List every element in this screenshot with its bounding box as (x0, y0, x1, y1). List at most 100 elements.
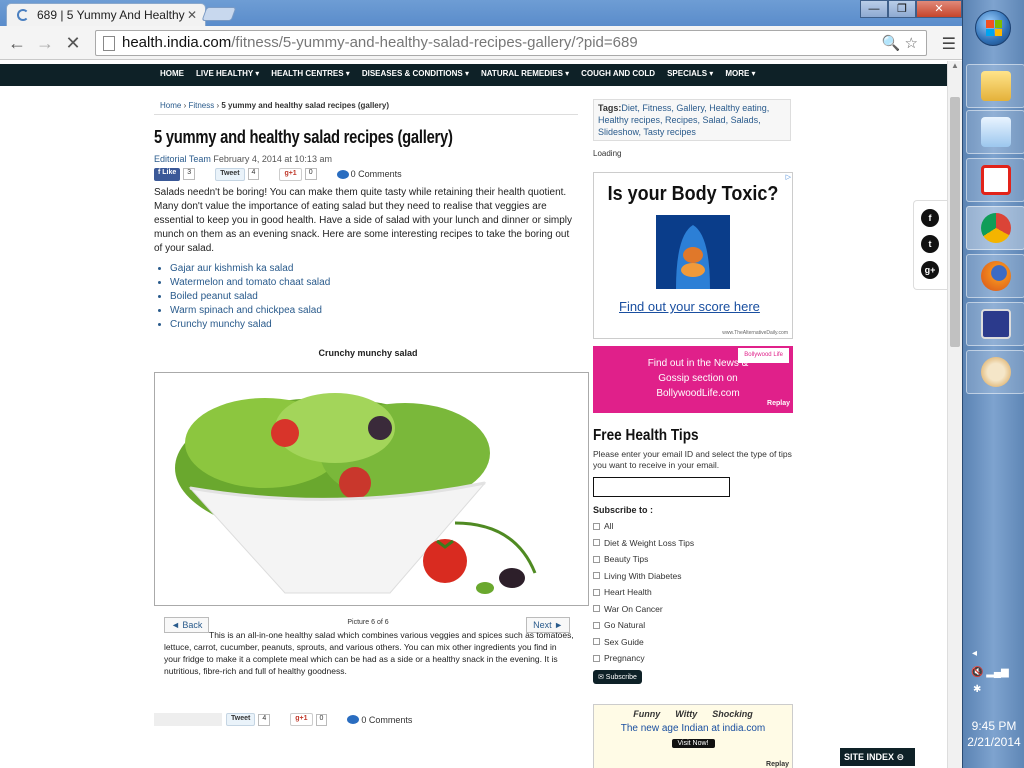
author-link[interactable]: Editorial Team (154, 154, 211, 164)
nav-cough-and-cold[interactable]: COUGH AND COLD (581, 69, 655, 78)
checkbox[interactable] (593, 654, 600, 662)
taskbar-clock[interactable]: 9:45 PM 2/21/2014 (963, 718, 1024, 750)
system-tray: ◂ 🔇 ▂▄▆ ✱ (963, 644, 1024, 695)
gplus-count: 0 (315, 713, 328, 726)
email-input[interactable] (593, 477, 730, 497)
checkbox[interactable] (593, 522, 600, 530)
tweet-count: 4 (258, 713, 271, 726)
explorer-taskbar-item[interactable] (966, 64, 1024, 108)
menu-icon[interactable]: ☰ (942, 34, 956, 54)
option-all[interactable]: All (593, 521, 793, 532)
option-diet[interactable]: Diet & Weight Loss Tips (593, 538, 793, 549)
twitter-icon[interactable]: t (921, 235, 939, 253)
scroll-up-icon[interactable]: ▲ (951, 61, 959, 70)
address-bar[interactable]: health.india.com/fitness/5-yummy-and-hea… (95, 30, 927, 56)
tweet-button[interactable]: Tweet (215, 167, 245, 181)
start-button[interactable] (975, 10, 1011, 46)
checkbox[interactable] (593, 638, 600, 646)
airtel-taskbar-item[interactable] (966, 158, 1024, 202)
google-plus-button[interactable]: g+1 (290, 713, 313, 726)
comments-link[interactable]: 0 Comments (347, 715, 412, 725)
tray-expand-icon[interactable]: ◂ (972, 648, 1024, 659)
replay-label[interactable]: Replay (767, 396, 790, 411)
bollywoodlife-ad[interactable]: Bollywood Life Find out in the News & Go… (593, 346, 793, 413)
facebook-icon[interactable]: f (921, 209, 939, 227)
site-index-button[interactable]: SITE INDEX ⊖ (840, 748, 915, 766)
search-and-star-icon[interactable]: 🔍 ☆ (882, 34, 918, 52)
globe-monitor-icon (981, 309, 1011, 339)
option-sex-guide[interactable]: Sex Guide (593, 637, 793, 648)
notepad-taskbar-item[interactable] (966, 110, 1024, 154)
recipe-link[interactable]: Gajar aur kishmish ka salad (170, 262, 582, 276)
nav-live-healthy[interactable]: LIVE HEALTHY ▾ (196, 69, 259, 78)
option-diabetes[interactable]: Living With Diabetes (593, 571, 793, 582)
maximize-button[interactable]: ❐ (888, 0, 916, 18)
google-plus-button[interactable]: g+1 (279, 167, 302, 181)
page-icon (103, 36, 115, 51)
floating-social-bar: f t g+ (913, 200, 947, 290)
option-cancer[interactable]: War On Cancer (593, 604, 793, 615)
nav-more[interactable]: MORE ▾ (725, 69, 755, 78)
forward-arrow-icon[interactable]: → (34, 32, 56, 54)
comments-link[interactable]: 0 Comments (336, 169, 402, 179)
checkbox[interactable] (593, 555, 600, 563)
nav-diseases[interactable]: DISEASES & CONDITIONS ▾ (362, 69, 469, 78)
comment-bubble-icon (347, 715, 360, 724)
adchoices-icon[interactable]: ▷ (786, 173, 791, 181)
checkbox[interactable] (593, 588, 600, 596)
replay-label[interactable]: Replay (766, 761, 789, 768)
close-window-button[interactable]: ✕ (916, 0, 962, 18)
tags-label: Tags: (598, 103, 622, 113)
ad-score-link[interactable]: Find out your score here (619, 299, 760, 314)
google-plus-icon[interactable]: g+ (921, 261, 939, 279)
recipe-link[interactable]: Watermelon and tomato chaat salad (170, 276, 582, 290)
option-label: Go Natural (604, 620, 646, 631)
india-com-ad[interactable]: Funny Witty Shocking The new age Indian … (593, 704, 793, 768)
new-tab-button[interactable] (201, 7, 237, 21)
breadcrumb-home[interactable]: Home (160, 101, 181, 110)
stop-icon[interactable]: ✕ (62, 32, 84, 54)
picture-counter: Picture 6 of 6 (347, 619, 389, 626)
minimize-button[interactable]: — (860, 0, 888, 18)
ad3-text: The new age Indian at india.com (620, 723, 766, 734)
option-natural[interactable]: Go Natural (593, 620, 793, 631)
toxic-body-ad[interactable]: ▷ Is your Body Toxic? Find out your scor… (593, 172, 793, 339)
recipe-link[interactable]: Boiled peanut salad (170, 290, 582, 304)
chrome-taskbar-item[interactable] (966, 206, 1024, 250)
subscribe-to-label: Subscribe to : (593, 505, 654, 515)
checkbox[interactable] (593, 621, 600, 629)
bluetooth-icon[interactable]: ✱ (973, 684, 1024, 695)
url-path: /fitness/5-yummy-and-healthy-salad-recip… (231, 34, 638, 51)
checkbox[interactable] (593, 605, 600, 613)
page-scrollbar[interactable]: ▲ (947, 61, 962, 768)
checkbox[interactable] (593, 572, 600, 580)
option-heart[interactable]: Heart Health (593, 587, 793, 598)
option-beauty[interactable]: Beauty Tips (593, 554, 793, 565)
tags-list[interactable]: Diet, Fitness, Gallery, Healthy eating, … (598, 103, 769, 137)
tab-close-icon[interactable]: ✕ (187, 8, 197, 22)
back-arrow-icon[interactable]: ← (6, 32, 28, 54)
recipe-link[interactable]: Warm spinach and chickpea salad (170, 304, 582, 318)
option-pregnancy[interactable]: Pregnancy (593, 653, 793, 664)
tweet-button[interactable]: Tweet (226, 713, 256, 726)
nav-specials[interactable]: SPECIALS ▾ (667, 69, 713, 78)
site-navigation: HOME LIVE HEALTHY ▾ HEALTH CENTRES ▾ DIS… (0, 64, 947, 86)
visit-now-button[interactable]: Visit Now! (671, 739, 715, 748)
facebook-like-button[interactable]: f Like (154, 167, 181, 181)
bollywoodlife-logo: Bollywood Life (738, 348, 789, 363)
firefox-taskbar-item[interactable] (966, 254, 1024, 298)
volume-and-signal-icon[interactable]: 🔇 ▂▄▆ (971, 667, 1024, 678)
checkbox[interactable] (593, 539, 600, 547)
browser-tab[interactable]: 689 | 5 Yummy And Healthy ✕ (6, 3, 206, 26)
nav-home[interactable]: HOME (160, 69, 184, 78)
paint-taskbar-item[interactable] (966, 350, 1024, 394)
recipe-link[interactable]: Crunchy munchy salad (170, 318, 582, 332)
breadcrumb-fitness[interactable]: Fitness (188, 101, 214, 110)
share-bar: f Like 3 Tweet 4 g+1 0 0 Comments (154, 166, 582, 182)
nav-natural-remedies[interactable]: NATURAL REMEDIES ▾ (481, 69, 569, 78)
nav-health-centres[interactable]: HEALTH CENTRES ▾ (271, 69, 350, 78)
scrollbar-thumb[interactable] (950, 97, 960, 347)
network-taskbar-item[interactable] (966, 302, 1024, 346)
subscribe-button[interactable]: ✉ Subscribe (593, 669, 642, 684)
ad2-text: Find out in the News & Gossip section on… (647, 358, 749, 399)
